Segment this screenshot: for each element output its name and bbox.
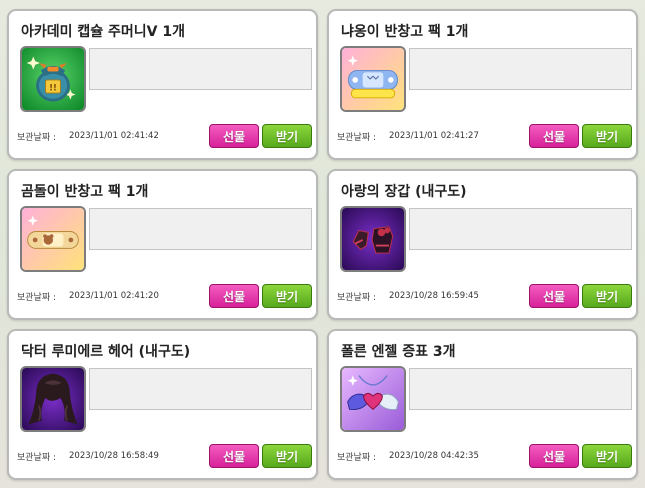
message-box: [409, 208, 632, 250]
message-box: [89, 208, 312, 250]
gift-button[interactable]: 선물: [209, 124, 259, 148]
bear-bandage-pack-icon: [20, 206, 86, 272]
message-box: [89, 48, 312, 90]
item-title: 아랑의 장갑 (내구도): [341, 184, 467, 200]
message-box: [409, 48, 632, 90]
receive-button[interactable]: 받기: [262, 124, 312, 148]
item-title: 아카데미 캡슐 주머니V 1개: [21, 24, 185, 40]
item-card: 닥터 루미에르 헤어 (내구도) 보관날짜 : 2023/10/28 16:58…: [7, 329, 318, 480]
gift-button[interactable]: 선물: [209, 444, 259, 468]
stored-date: 2023/10/28 16:59:45: [389, 291, 479, 301]
stored-date: 2023/10/28 16:58:49: [69, 451, 159, 461]
stored-date: 2023/10/28 04:42:35: [389, 451, 479, 461]
message-box: [89, 368, 312, 410]
date-label: 보관날짜 :: [17, 293, 57, 303]
green-pouch-icon: !!: [20, 46, 86, 112]
angel-token-icon: [340, 366, 406, 432]
item-title: 폴른 엔젤 증표 3개: [341, 344, 456, 360]
date-label: 보관날짜 :: [337, 293, 377, 303]
hair-icon: [20, 366, 86, 432]
date-label: 보관날짜 :: [337, 133, 377, 143]
date-label: 보관날짜 :: [337, 453, 377, 463]
date-label: 보관날짜 :: [17, 133, 57, 143]
gloves-icon: [340, 206, 406, 272]
gift-button[interactable]: 선물: [529, 284, 579, 308]
item-card: 폴른 엔젤 증표 3개 보관날짜 : 2023/10/28 04:42:35 선…: [327, 329, 638, 480]
svg-text:!!: !!: [49, 82, 57, 92]
stored-date: 2023/11/01 02:41:27: [389, 131, 479, 141]
item-card: 아카데미 캡슐 주머니V 1개 !! 보관날짜 : 2023/11/01 02:…: [7, 9, 318, 160]
item-title: 곰돌이 반창고 팩 1개: [21, 184, 149, 200]
item-title: 냐옹이 반창고 팩 1개: [341, 24, 469, 40]
gift-button[interactable]: 선물: [209, 284, 259, 308]
gift-button[interactable]: 선물: [529, 444, 579, 468]
receive-button[interactable]: 받기: [582, 444, 632, 468]
item-card: 곰돌이 반창고 팩 1개 보관날짜 : 2023/11/01 02:41:20 …: [7, 169, 318, 320]
item-title: 닥터 루미에르 헤어 (내구도): [21, 344, 191, 360]
receive-button[interactable]: 받기: [582, 284, 632, 308]
gift-button[interactable]: 선물: [529, 124, 579, 148]
stored-date: 2023/11/01 02:41:20: [69, 291, 159, 301]
message-box: [409, 368, 632, 410]
item-card: 냐옹이 반창고 팩 1개 보관날짜 : 2023/11/01 02:41:27 …: [327, 9, 638, 160]
receive-button[interactable]: 받기: [582, 124, 632, 148]
date-label: 보관날짜 :: [17, 453, 57, 463]
stored-date: 2023/11/01 02:41:42: [69, 131, 159, 141]
item-card: 아랑의 장갑 (내구도) 보관날짜 : 2023/10/28 16:59:45 …: [327, 169, 638, 320]
receive-button[interactable]: 받기: [262, 444, 312, 468]
cat-bandage-pack-icon: [340, 46, 406, 112]
receive-button[interactable]: 받기: [262, 284, 312, 308]
